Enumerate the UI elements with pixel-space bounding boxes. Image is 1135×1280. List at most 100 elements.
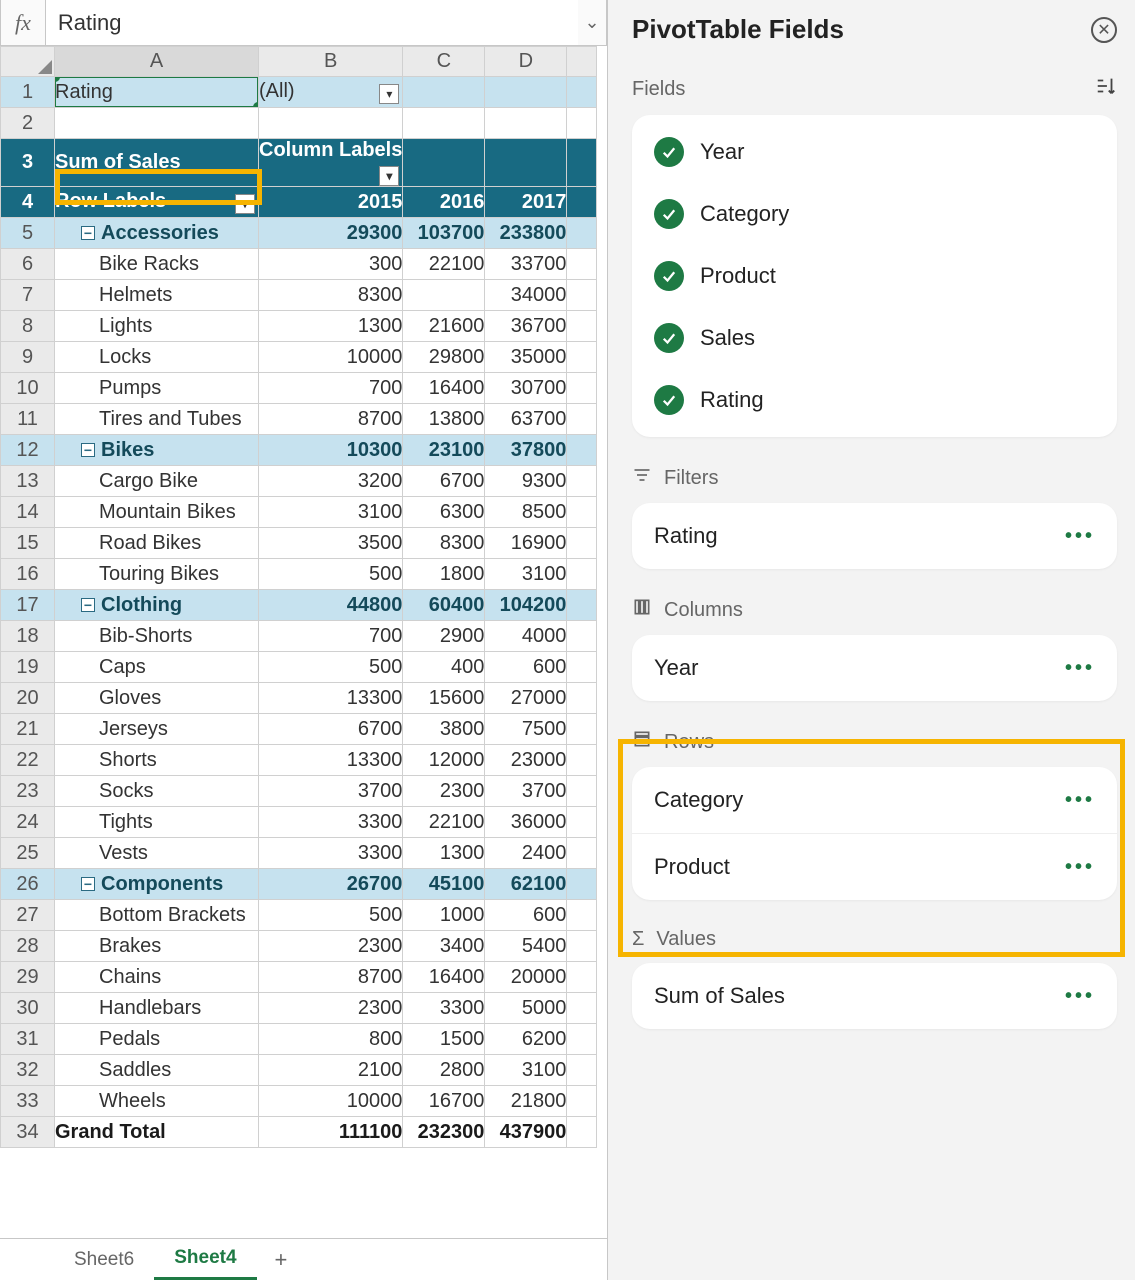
- row-header-27[interactable]: 27: [1, 900, 55, 931]
- product-row[interactable]: Chains: [55, 962, 259, 993]
- product-row[interactable]: Touring Bikes: [55, 559, 259, 590]
- category-bikes[interactable]: −Bikes: [55, 435, 259, 466]
- row-header-1[interactable]: 1: [1, 77, 55, 108]
- year-2016[interactable]: 2016: [403, 187, 485, 218]
- rows-area[interactable]: Category•••Product•••: [632, 767, 1117, 900]
- row-header-28[interactable]: 28: [1, 931, 55, 962]
- more-icon[interactable]: •••: [1065, 789, 1095, 812]
- more-icon[interactable]: •••: [1065, 657, 1095, 680]
- columns-area[interactable]: Year•••: [632, 635, 1117, 701]
- row-header-20[interactable]: 20: [1, 683, 55, 714]
- columns-item[interactable]: Year•••: [632, 635, 1117, 701]
- col-header-B[interactable]: B: [259, 47, 403, 77]
- row-header-26[interactable]: 26: [1, 869, 55, 900]
- product-row[interactable]: Shorts: [55, 745, 259, 776]
- product-row[interactable]: Brakes: [55, 931, 259, 962]
- row-header-5[interactable]: 5: [1, 218, 55, 249]
- filters-area[interactable]: Rating•••: [632, 503, 1117, 569]
- row-header-14[interactable]: 14: [1, 497, 55, 528]
- row-header-15[interactable]: 15: [1, 528, 55, 559]
- collapse-icon[interactable]: −: [81, 443, 95, 457]
- col-header-D[interactable]: D: [485, 47, 567, 77]
- product-row[interactable]: Locks: [55, 342, 259, 373]
- field-item-product[interactable]: Product: [632, 245, 1117, 307]
- select-all-corner[interactable]: [1, 47, 55, 77]
- row-header-16[interactable]: 16: [1, 559, 55, 590]
- field-item-year[interactable]: Year: [632, 121, 1117, 183]
- row-header-33[interactable]: 33: [1, 1086, 55, 1117]
- category-accessories[interactable]: −Accessories: [55, 218, 259, 249]
- row-header-31[interactable]: 31: [1, 1024, 55, 1055]
- product-row[interactable]: Handlebars: [55, 993, 259, 1024]
- year-2017[interactable]: 2017: [485, 187, 567, 218]
- product-row[interactable]: Cargo Bike: [55, 466, 259, 497]
- row-header-32[interactable]: 32: [1, 1055, 55, 1086]
- product-row[interactable]: Road Bikes: [55, 528, 259, 559]
- row-header-34[interactable]: 34: [1, 1117, 55, 1148]
- row-header-4[interactable]: 4: [1, 187, 55, 218]
- close-icon[interactable]: ✕: [1091, 17, 1117, 43]
- field-item-rating[interactable]: Rating: [632, 369, 1117, 431]
- grand-total-label[interactable]: Grand Total: [55, 1117, 259, 1148]
- product-row[interactable]: Bib-Shorts: [55, 621, 259, 652]
- row-header-3[interactable]: 3: [1, 139, 55, 187]
- row-header-29[interactable]: 29: [1, 962, 55, 993]
- filters-item[interactable]: Rating•••: [632, 503, 1117, 569]
- collapse-icon[interactable]: −: [81, 877, 95, 891]
- product-row[interactable]: Caps: [55, 652, 259, 683]
- sheet-tab-sheet6[interactable]: Sheet6: [54, 1241, 154, 1279]
- product-row[interactable]: Lights: [55, 311, 259, 342]
- product-row[interactable]: Mountain Bikes: [55, 497, 259, 528]
- product-row[interactable]: Socks: [55, 776, 259, 807]
- filter-dropdown-icon[interactable]: ▾: [379, 84, 399, 104]
- col-header-C[interactable]: C: [403, 47, 485, 77]
- row-header-12[interactable]: 12: [1, 435, 55, 466]
- product-row[interactable]: Tires and Tubes: [55, 404, 259, 435]
- row-header-18[interactable]: 18: [1, 621, 55, 652]
- collapse-icon[interactable]: −: [81, 598, 95, 612]
- product-row[interactable]: Pedals: [55, 1024, 259, 1055]
- col-header-extra[interactable]: [567, 47, 597, 77]
- formula-dropdown-icon[interactable]: ⌄: [578, 12, 606, 33]
- row-header-8[interactable]: 8: [1, 311, 55, 342]
- field-item-category[interactable]: Category: [632, 183, 1117, 245]
- row-labels-header[interactable]: Row Labels▾: [55, 187, 259, 218]
- row-header-30[interactable]: 30: [1, 993, 55, 1024]
- product-row[interactable]: Pumps: [55, 373, 259, 404]
- more-icon[interactable]: •••: [1065, 525, 1095, 548]
- product-row[interactable]: Bottom Brackets: [55, 900, 259, 931]
- category-clothing[interactable]: −Clothing: [55, 590, 259, 621]
- more-icon[interactable]: •••: [1065, 856, 1095, 879]
- product-row[interactable]: Wheels: [55, 1086, 259, 1117]
- values-area[interactable]: Sum of Sales•••: [632, 963, 1117, 1029]
- rows-item[interactable]: Category•••: [632, 767, 1117, 834]
- row-header-22[interactable]: 22: [1, 745, 55, 776]
- col-header-A[interactable]: A: [55, 47, 259, 77]
- row-header-11[interactable]: 11: [1, 404, 55, 435]
- row-header-21[interactable]: 21: [1, 714, 55, 745]
- formula-input[interactable]: [45, 0, 578, 45]
- sum-of-sales-header[interactable]: Sum of Sales: [55, 139, 259, 187]
- add-sheet-button[interactable]: +: [257, 1247, 306, 1273]
- collapse-icon[interactable]: −: [81, 226, 95, 240]
- row-header-25[interactable]: 25: [1, 838, 55, 869]
- product-row[interactable]: Helmets: [55, 280, 259, 311]
- row-header-9[interactable]: 9: [1, 342, 55, 373]
- row-header-24[interactable]: 24: [1, 807, 55, 838]
- product-row[interactable]: Vests: [55, 838, 259, 869]
- sort-icon[interactable]: [1095, 75, 1117, 103]
- row-header-19[interactable]: 19: [1, 652, 55, 683]
- product-row[interactable]: Jerseys: [55, 714, 259, 745]
- sheet-tab-sheet4[interactable]: Sheet4: [154, 1239, 256, 1280]
- spreadsheet-grid[interactable]: A B C D 1Rating(All)▾23Sum of SalesColum…: [0, 46, 607, 1238]
- more-icon[interactable]: •••: [1065, 985, 1095, 1008]
- row-header-13[interactable]: 13: [1, 466, 55, 497]
- product-row[interactable]: Bike Racks: [55, 249, 259, 280]
- row-header-23[interactable]: 23: [1, 776, 55, 807]
- column-labels-header[interactable]: Column Labels▾: [259, 139, 403, 187]
- row-header-2[interactable]: 2: [1, 108, 55, 139]
- row-header-7[interactable]: 7: [1, 280, 55, 311]
- filter-value-cell[interactable]: (All)▾: [259, 77, 403, 108]
- field-item-sales[interactable]: Sales: [632, 307, 1117, 369]
- filter-field-cell[interactable]: Rating: [55, 77, 259, 108]
